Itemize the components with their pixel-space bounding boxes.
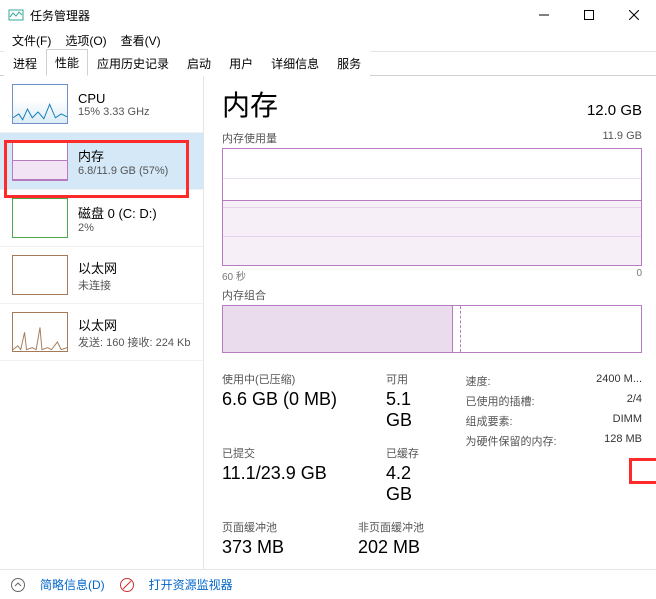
sidebar-cpu-sub: 15% 3.33 GHz [78, 106, 150, 118]
menu-options[interactable]: 选项(O) [59, 30, 112, 51]
paged-pool-label: 页面缓冲池 [222, 519, 332, 535]
sidebar-item-memory[interactable]: 内存 6.8/11.9 GB (57%) [0, 133, 203, 190]
tab-users[interactable]: 用户 [220, 50, 262, 76]
chart-axis-left: 60 秒 [222, 268, 246, 283]
resource-monitor-icon [119, 577, 135, 593]
memory-composition-chart[interactable] [222, 305, 642, 353]
tab-performance[interactable]: 性能 [46, 49, 88, 76]
memory-usage-chart[interactable] [222, 148, 642, 266]
speed-key: 速度: [466, 373, 491, 389]
reserved-key: 为硬件保留的内存: [466, 433, 557, 449]
usage-chart-max: 11.9 GB [602, 130, 642, 146]
in-use-value: 6.6 GB (0 MB) [222, 389, 360, 410]
page-title: 内存 [222, 84, 278, 124]
reserved-value: 128 MB [604, 433, 642, 449]
sidebar-eth1-title: 以太网 [78, 258, 117, 277]
sidebar-disk-sub: 2% [78, 222, 157, 234]
footer-bar: 简略信息(D) 打开资源监视器 [0, 569, 656, 599]
close-button[interactable] [611, 0, 656, 30]
available-value: 5.1 GB [386, 389, 438, 431]
slots-key: 已使用的插槽: [466, 393, 535, 409]
menu-view[interactable]: 查看(V) [115, 30, 167, 51]
menu-file[interactable]: 文件(F) [6, 30, 57, 51]
open-resource-monitor-link[interactable]: 打开资源监视器 [149, 576, 233, 593]
available-label: 可用 [386, 371, 438, 387]
ethernet-thumbnail [12, 255, 68, 295]
tab-services[interactable]: 服务 [328, 50, 370, 76]
ethernet2-thumbnail [12, 312, 68, 352]
fewer-details-link[interactable]: 简略信息(D) [40, 576, 105, 593]
sidebar-eth2-title: 以太网 [78, 315, 191, 334]
menu-bar: 文件(F) 选项(O) 查看(V) [0, 30, 656, 52]
tab-strip: 进程 性能 应用历史记录 启动 用户 详细信息 服务 [0, 52, 656, 76]
composition-label: 内存组合 [222, 287, 266, 303]
minimize-button[interactable] [521, 0, 566, 30]
paged-pool-value: 373 MB [222, 537, 332, 558]
window-title: 任务管理器 [30, 7, 521, 24]
memory-total: 12.0 GB [587, 102, 642, 119]
form-factor-key: 组成要素: [466, 413, 513, 429]
chevron-up-icon[interactable] [10, 577, 26, 593]
maximize-button[interactable] [566, 0, 611, 30]
memory-info-grid: 速度: 2400 M... 已使用的插槽: 2/4 组成要素: DIMM 为硬件保留的… [466, 371, 642, 558]
in-use-label: 使用中(已压缩) [222, 371, 360, 387]
sidebar-item-cpu[interactable]: CPU 15% 3.33 GHz [0, 76, 203, 133]
nonpaged-pool-value: 202 MB [358, 537, 424, 558]
sidebar-item-ethernet-1[interactable]: 以太网 未连接 [0, 247, 203, 304]
tab-startup[interactable]: 启动 [178, 50, 220, 76]
sidebar-cpu-title: CPU [78, 91, 150, 106]
speed-value: 2400 M... [596, 373, 642, 389]
slots-value: 2/4 [627, 393, 642, 409]
nonpaged-pool-label: 非页面缓冲池 [358, 519, 424, 535]
sidebar-item-disk[interactable]: 磁盘 0 (C: D:) 2% [0, 190, 203, 247]
title-bar: 任务管理器 [0, 0, 656, 30]
form-factor-value: DIMM [613, 413, 642, 429]
sidebar-memory-title: 内存 [78, 146, 168, 165]
committed-label: 已提交 [222, 445, 360, 461]
sidebar-eth2-sub: 发送: 160 接收: 224 Kb [78, 334, 191, 350]
sidebar-item-ethernet-2[interactable]: 以太网 发送: 160 接收: 224 Kb [0, 304, 203, 361]
tab-processes[interactable]: 进程 [4, 50, 46, 76]
sidebar-eth1-sub: 未连接 [78, 277, 117, 293]
memory-thumbnail [12, 141, 68, 181]
sidebar-memory-sub: 6.8/11.9 GB (57%) [78, 165, 168, 177]
committed-value: 11.1/23.9 GB [222, 463, 360, 484]
tab-details[interactable]: 详细信息 [262, 50, 328, 76]
usage-chart-label: 内存使用量 [222, 130, 277, 146]
sidebar: CPU 15% 3.33 GHz 内存 6.8/11.9 GB (57%) 磁盘… [0, 76, 204, 569]
cached-value: 4.2 GB [386, 463, 438, 505]
tab-app-history[interactable]: 应用历史记录 [88, 50, 178, 76]
chart-axis-right: 0 [636, 268, 642, 283]
cpu-thumbnail [12, 84, 68, 124]
disk-thumbnail [12, 198, 68, 238]
main-panel: 内存 12.0 GB 内存使用量 11.9 GB 60 秒 0 内存组合 [204, 76, 656, 569]
sidebar-disk-title: 磁盘 0 (C: D:) [78, 203, 157, 222]
cached-label: 已缓存 [386, 445, 438, 461]
app-icon [8, 7, 24, 23]
